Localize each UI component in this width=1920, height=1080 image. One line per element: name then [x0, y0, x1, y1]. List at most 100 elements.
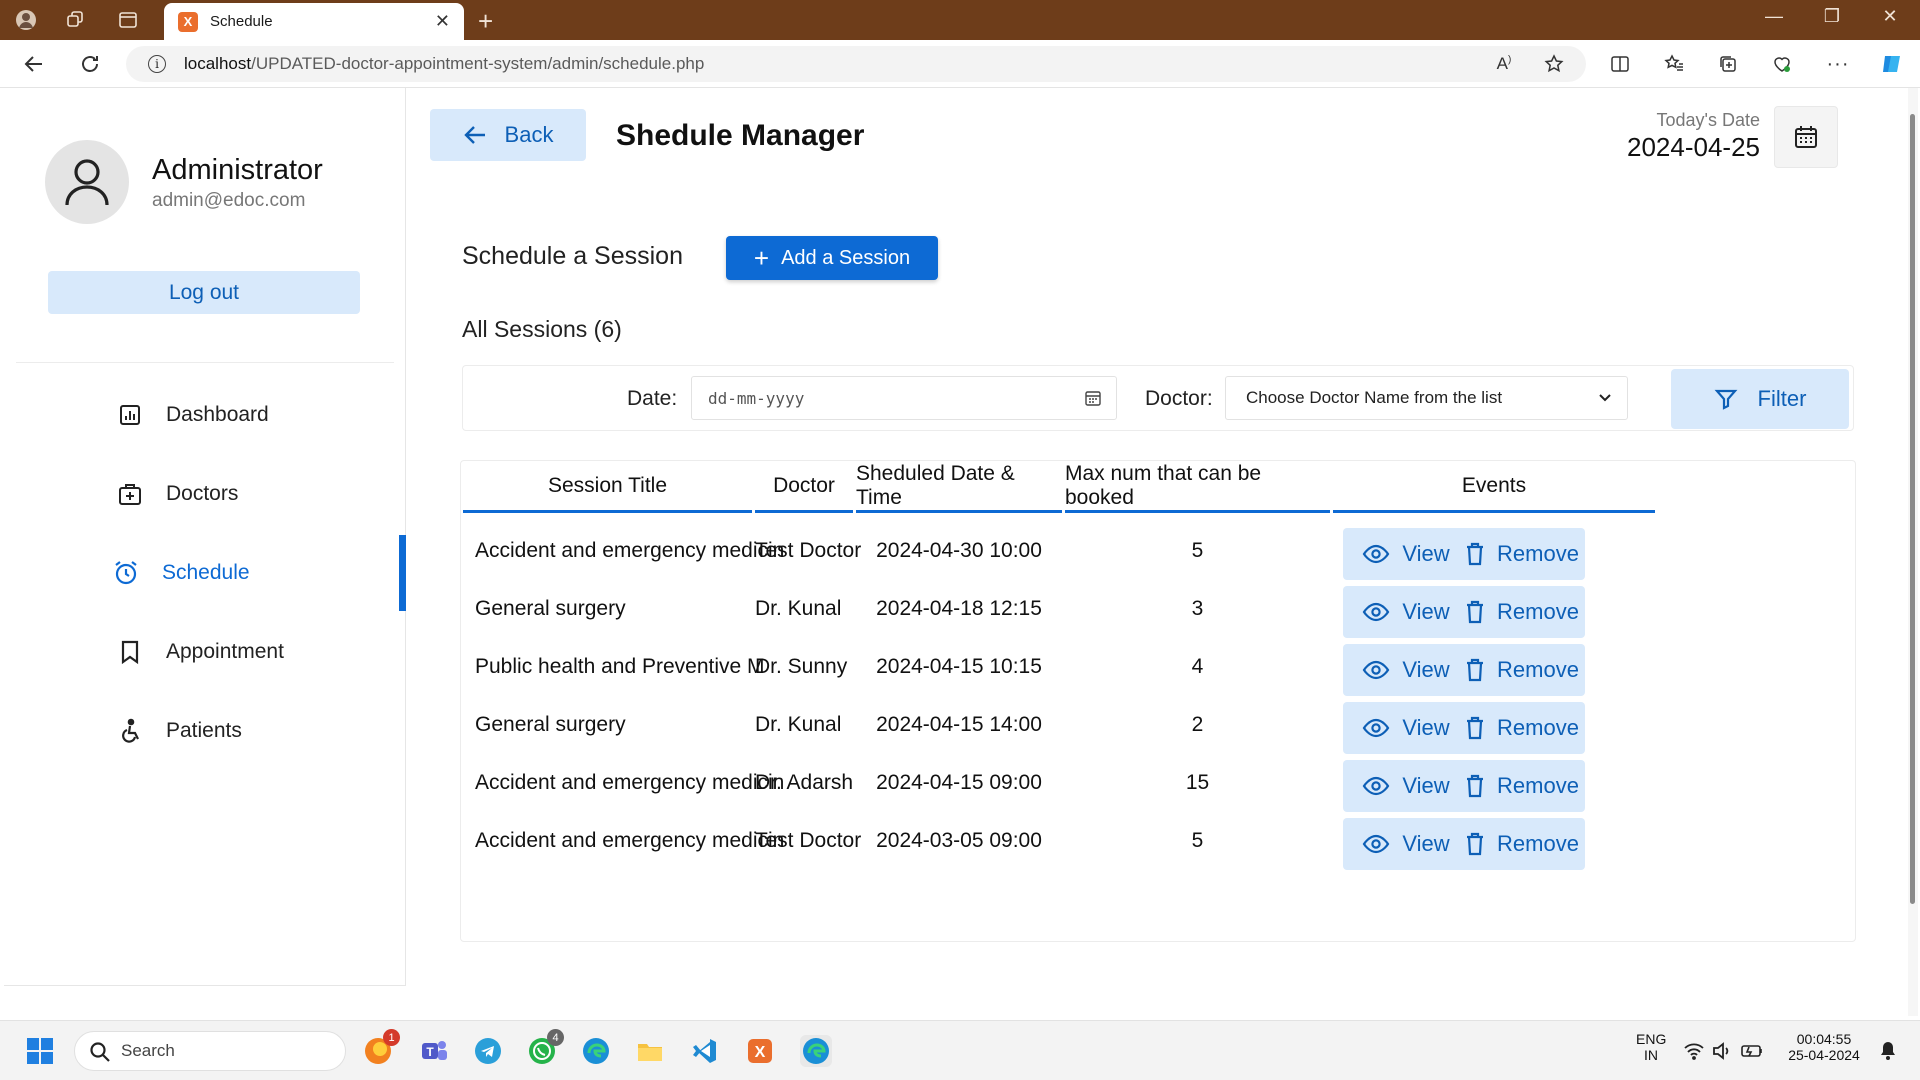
- app-window: Administrator admin@edoc.com Log out Das…: [4, 88, 1909, 1016]
- read-aloud-icon[interactable]: A): [1492, 52, 1516, 76]
- language-indicator[interactable]: ENG IN: [1636, 1031, 1666, 1063]
- scrollbar-thumb[interactable]: [1910, 114, 1915, 904]
- clock-time: 00:04:55: [1796, 1031, 1852, 1047]
- xampp-icon[interactable]: X: [744, 1035, 776, 1067]
- view-button[interactable]: View: [1343, 818, 1469, 870]
- close-window-icon[interactable]: ✕: [1878, 6, 1902, 27]
- column-header: Events: [1333, 461, 1655, 513]
- tab-actions-icon[interactable]: [116, 8, 140, 32]
- url-path: /UPDATED-doctor-appointment-system/admin…: [251, 54, 705, 73]
- logout-button[interactable]: Log out: [48, 271, 360, 314]
- remove-button[interactable]: Remove: [1459, 818, 1585, 870]
- page-title: Shedule Manager: [616, 119, 865, 152]
- search-icon: [89, 1041, 111, 1068]
- back-arrow-icon[interactable]: [20, 50, 48, 78]
- language-bottom: IN: [1644, 1047, 1658, 1063]
- dashboard-icon: [116, 401, 144, 429]
- favorite-star-icon[interactable]: [1542, 52, 1566, 76]
- sidebar-item-label: Doctors: [166, 482, 239, 505]
- whatsapp-icon[interactable]: 4: [526, 1029, 564, 1067]
- split-screen-icon[interactable]: [1608, 52, 1632, 76]
- url-bar[interactable]: i localhost/UPDATED-doctor-appointment-s…: [126, 46, 1586, 82]
- notification-bell-icon[interactable]: [1876, 1035, 1900, 1067]
- workspaces-icon[interactable]: [64, 8, 88, 32]
- view-label: View: [1402, 541, 1450, 566]
- filter-bar: Date: dd-mm-yyyy Doctor: Choose Doctor N…: [462, 365, 1854, 431]
- more-options-icon[interactable]: ···: [1826, 52, 1850, 76]
- trash-icon: [1467, 542, 1484, 566]
- notification-badge: 1: [383, 1029, 400, 1046]
- main-content: Back Shedule Manager Today's Date 2024-0…: [406, 88, 1909, 1016]
- calendar-icon[interactable]: [1774, 106, 1838, 168]
- doctor-select[interactable]: Choose Doctor Name from the list: [1225, 376, 1628, 420]
- windows-start-icon[interactable]: [24, 1035, 56, 1067]
- teams-icon[interactable]: T: [418, 1035, 450, 1067]
- browser-essentials-icon[interactable]: [1770, 52, 1794, 76]
- file-explorer-icon[interactable]: [634, 1035, 666, 1067]
- restore-icon[interactable]: ❐: [1820, 6, 1844, 27]
- eye-icon: [1363, 834, 1390, 854]
- chevron-down-icon: [1597, 389, 1613, 410]
- doctor-select-value: Choose Doctor Name from the list: [1246, 388, 1503, 407]
- view-label: View: [1402, 657, 1450, 682]
- schedule-section-title: Schedule a Session: [462, 242, 683, 270]
- volume-icon[interactable]: [1710, 1035, 1734, 1067]
- eye-icon: [1363, 776, 1390, 796]
- add-session-button[interactable]: + Add a Session: [726, 236, 938, 280]
- site-info-icon[interactable]: i: [148, 55, 166, 73]
- trash-icon: [1467, 658, 1484, 682]
- firefox-icon[interactable]: 1: [362, 1029, 400, 1067]
- sidebar-item-appointment[interactable]: Appointment: [4, 614, 406, 690]
- doctors-icon: [116, 480, 144, 508]
- clock[interactable]: 00:04:55 25-04-2024: [1780, 1031, 1868, 1063]
- sidebar-item-schedule[interactable]: Schedule: [4, 535, 406, 611]
- column-header: Max num that can be booked: [1065, 461, 1330, 513]
- tab-title: Schedule: [210, 13, 273, 30]
- wifi-icon[interactable]: [1682, 1035, 1706, 1067]
- column-header: Session Title: [463, 461, 752, 513]
- close-tab-icon[interactable]: ✕: [435, 11, 450, 32]
- battery-icon[interactable]: [1740, 1035, 1764, 1067]
- profile-icon[interactable]: [14, 8, 38, 32]
- trash-icon: [1467, 716, 1484, 740]
- filter-button[interactable]: Filter: [1671, 369, 1849, 429]
- sidebar-item-label: Appointment: [166, 640, 284, 663]
- trash-icon: [1467, 600, 1484, 624]
- browser-tab-bar: X Schedule ✕ + — ❐ ✕: [0, 0, 1920, 40]
- view-label: View: [1402, 715, 1450, 740]
- active-indicator: [399, 535, 406, 611]
- minimize-icon[interactable]: —: [1762, 6, 1786, 27]
- refresh-icon[interactable]: [76, 50, 104, 78]
- max-bookings-cell: 5: [1191, 828, 1204, 852]
- edge-active-icon[interactable]: [800, 1035, 832, 1067]
- date-filter-input[interactable]: dd-mm-yyyy: [691, 376, 1117, 420]
- date-picker-icon[interactable]: [1084, 389, 1102, 411]
- tab-schedule[interactable]: X Schedule ✕: [164, 3, 464, 40]
- address-toolbar: i localhost/UPDATED-doctor-appointment-s…: [0, 40, 1920, 88]
- search-label: Search: [121, 1041, 175, 1060]
- copilot-icon[interactable]: [1880, 52, 1904, 76]
- arrow-left-icon: [463, 126, 485, 144]
- taskbar: Search 1 T 4 X ENG IN 00:04:55 25-04-202…: [0, 1020, 1920, 1080]
- favorites-icon[interactable]: [1662, 52, 1686, 76]
- date-filter-label: Date:: [627, 387, 678, 410]
- sidebar-item-label: Dashboard: [166, 403, 269, 426]
- back-button-label: Back: [504, 122, 554, 147]
- column-header: Doctor: [755, 461, 853, 513]
- sidebar-item-patients[interactable]: Patients: [4, 693, 406, 769]
- sidebar-divider: [16, 362, 394, 363]
- sidebar-item-doctors[interactable]: Doctors: [4, 456, 406, 532]
- back-button[interactable]: Back: [430, 109, 586, 161]
- telegram-icon[interactable]: [472, 1035, 504, 1067]
- date-placeholder: dd-mm-yyyy: [708, 388, 805, 408]
- collections-icon[interactable]: [1716, 52, 1740, 76]
- page-scrollbar[interactable]: [1908, 88, 1918, 1016]
- clock-date: 25-04-2024: [1788, 1047, 1860, 1063]
- vscode-icon[interactable]: [688, 1035, 720, 1067]
- table-row: Accident and emergency medicin Test Doct…: [461, 805, 1857, 876]
- taskbar-search[interactable]: Search: [74, 1031, 346, 1071]
- edge-icon[interactable]: [580, 1035, 612, 1067]
- sidebar-item-dashboard[interactable]: Dashboard: [4, 377, 406, 453]
- doctor-filter-label: Doctor:: [1145, 387, 1213, 410]
- new-tab-icon[interactable]: +: [478, 6, 493, 37]
